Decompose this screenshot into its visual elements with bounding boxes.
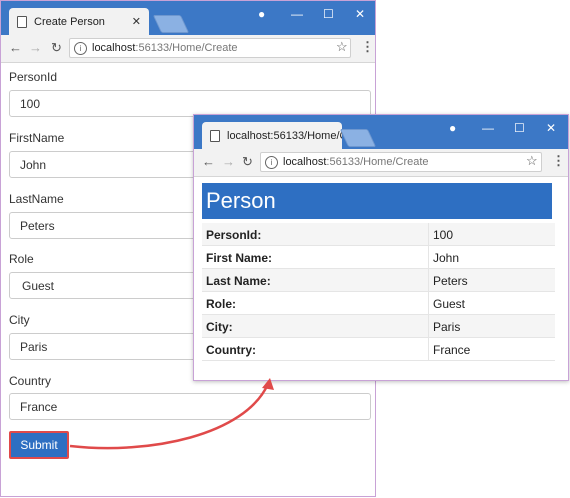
row-key: Country: <box>206 343 256 357</box>
role-value: Guest <box>22 278 55 293</box>
new-tab-button[interactable] <box>339 129 377 147</box>
firstname-value: John <box>20 157 47 172</box>
column-divider <box>428 269 429 291</box>
title-bar: Create Person ✕ ● — ☐ ✕ <box>1 1 375 35</box>
address-bar[interactable]: i localhost:56133/Home/Create <box>260 152 542 172</box>
address-host: localhost <box>92 42 136 54</box>
tab-title: localhost:56133/Home/C <box>227 129 342 142</box>
country-label: Country <box>9 374 52 388</box>
firstname-label: FirstName <box>9 131 65 145</box>
city-value: Paris <box>20 339 48 354</box>
forward-icon[interactable]: → <box>222 154 235 169</box>
back-icon[interactable]: ← <box>202 154 215 169</box>
reload-icon[interactable]: ↻ <box>242 154 253 170</box>
table-row: First Name: John <box>202 246 555 269</box>
back-icon[interactable]: ← <box>9 40 22 55</box>
maximize-icon[interactable]: ☐ <box>514 121 525 135</box>
maximize-icon[interactable]: ☐ <box>323 7 334 21</box>
address-bar-row: ← → ↻ i localhost:56133/Home/Create ☆ ⋮ <box>194 149 568 177</box>
title-bar: localhost:56133/Home/C ● — ☐ ✕ <box>194 115 568 149</box>
info-icon[interactable]: i <box>74 41 87 55</box>
row-value: Guest <box>433 297 466 311</box>
table-row: Last Name: Peters <box>202 269 555 292</box>
row-key: Last Name: <box>206 274 271 288</box>
personid-input[interactable]: 100 <box>9 90 371 117</box>
address-host: localhost <box>283 156 327 168</box>
forward-icon[interactable]: → <box>29 40 42 55</box>
browser-tab[interactable]: Create Person ✕ <box>9 8 149 35</box>
country-input[interactable]: France <box>9 393 371 420</box>
info-icon[interactable]: i <box>265 155 278 169</box>
column-divider <box>428 223 429 245</box>
page-title: Person <box>202 183 552 219</box>
row-key: City: <box>206 320 233 334</box>
table-row: Country: France <box>202 338 555 361</box>
personid-label: PersonId <box>9 70 58 84</box>
row-value: John <box>433 251 460 265</box>
table-row: Role: Guest <box>202 292 555 315</box>
column-divider <box>428 338 429 360</box>
address-bar-row: ← → ↻ i localhost:56133/Home/Create ☆ ⋮ <box>1 35 375 63</box>
menu-icon[interactable]: ⋮ <box>361 39 374 55</box>
lastname-value: Peters <box>20 218 55 233</box>
row-value: Paris <box>433 320 461 334</box>
column-divider <box>428 315 429 337</box>
address-path: :56133/Home/Create <box>326 156 429 168</box>
row-key: PersonId: <box>206 228 262 242</box>
star-icon[interactable]: ☆ <box>336 39 348 55</box>
browser-tab[interactable]: localhost:56133/Home/C <box>202 122 342 149</box>
close-icon[interactable]: ✕ <box>355 7 365 21</box>
row-key: First Name: <box>206 251 273 265</box>
minimize-icon[interactable]: — <box>291 7 303 21</box>
address-path: :56133/Home/Create <box>135 42 238 54</box>
table-row: PersonId: 100 <box>202 223 555 246</box>
reload-icon[interactable]: ↻ <box>51 40 62 56</box>
address-bar[interactable]: i localhost:56133/Home/Create <box>69 38 351 58</box>
tab-title: Create Person <box>34 15 105 28</box>
new-tab-button[interactable] <box>152 15 190 33</box>
row-value: 100 <box>433 228 454 242</box>
row-value: France <box>433 343 471 357</box>
tab-close-icon[interactable]: ✕ <box>132 15 141 28</box>
profile-icon[interactable]: ● <box>449 121 456 135</box>
submit-button[interactable]: Submit <box>9 431 69 459</box>
row-value: Peters <box>433 274 468 288</box>
page-icon <box>210 129 220 142</box>
table-row: City: Paris <box>202 315 555 338</box>
front-browser-window: localhost:56133/Home/C ● — ☐ ✕ ← → ↻ i l… <box>193 114 569 381</box>
city-label: City <box>9 313 30 327</box>
minimize-icon[interactable]: — <box>482 121 494 135</box>
lastname-label: LastName <box>9 192 64 206</box>
role-label: Role <box>9 252 34 266</box>
menu-icon[interactable]: ⋮ <box>552 153 565 169</box>
profile-icon[interactable]: ● <box>258 7 265 21</box>
column-divider <box>428 292 429 314</box>
row-key: Role: <box>206 297 236 311</box>
page-icon <box>17 15 27 28</box>
country-value: France <box>20 399 58 414</box>
star-icon[interactable]: ☆ <box>526 153 538 169</box>
close-icon[interactable]: ✕ <box>546 121 556 135</box>
column-divider <box>428 246 429 268</box>
personid-value: 100 <box>20 96 41 111</box>
